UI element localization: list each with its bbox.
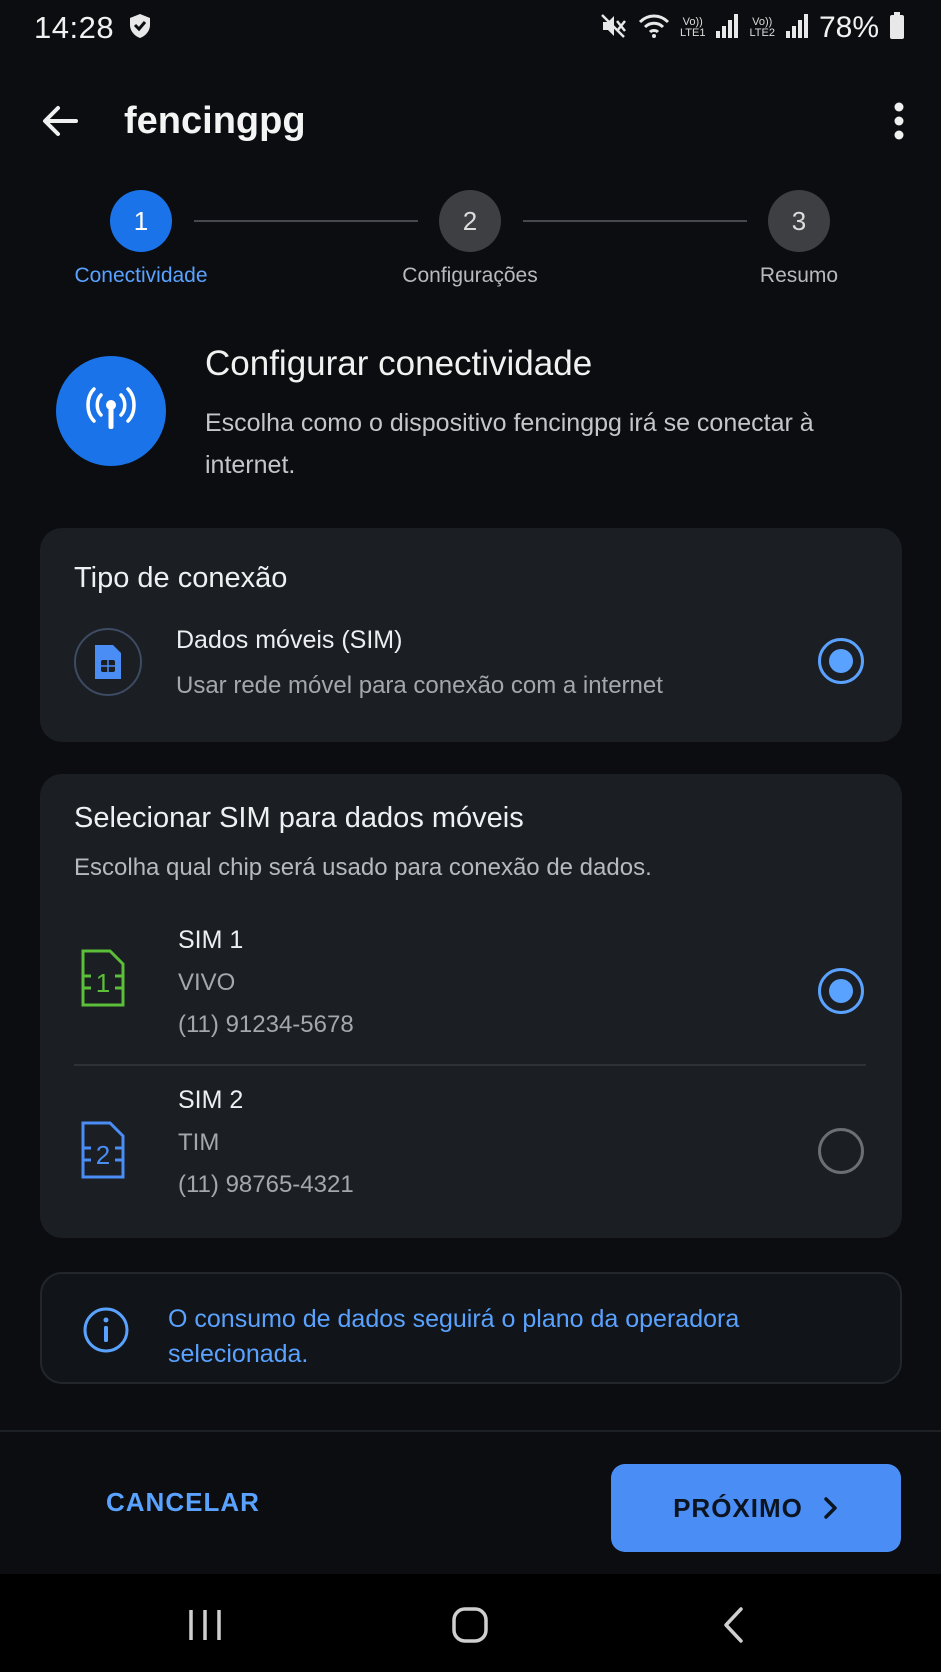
status-bar: 14:28 Vo)) LTE1 Vo)) LTE2 78%: [0, 0, 941, 56]
step-3-circle: 3: [768, 190, 830, 252]
sim-1-carrier: VIVO: [178, 969, 236, 996]
setup-screen: 14:28 Vo)) LTE1 Vo)) LTE2 78% fencingpg …: [0, 0, 941, 1672]
chevron-right-icon: [823, 1496, 839, 1520]
sim-2-radio[interactable]: [818, 1128, 864, 1174]
sim-1-icon: 1: [80, 948, 126, 1013]
sim-1-name: SIM 1: [178, 926, 244, 954]
sim-2-carrier: TIM: [178, 1129, 220, 1156]
wifi-icon: [638, 13, 670, 44]
antenna-icon: [56, 356, 166, 466]
home-icon[interactable]: [440, 1600, 500, 1650]
sim-2-icon: 2: [80, 1120, 126, 1185]
sim-option-2[interactable]: 2 SIM 2 TIM (11) 98765-4321: [40, 1074, 902, 1234]
lte2-bottom: LTE2: [749, 27, 775, 39]
info-icon: [82, 1306, 130, 1359]
battery-icon: [889, 11, 905, 45]
shield-icon: [128, 13, 152, 44]
sim-card-icon: [74, 628, 142, 696]
step-connector: [194, 220, 418, 222]
step-2-label: Configurações: [402, 264, 538, 287]
info-banner: O consumo de dados seguirá o plano da op…: [40, 1272, 902, 1384]
page-title: fencingpg: [124, 99, 306, 142]
svg-text:2: 2: [96, 1140, 110, 1170]
next-button[interactable]: PRÓXIMO: [611, 1464, 901, 1552]
stepper: 1 2 3 Conectividade Configurações Resumo: [0, 188, 941, 288]
info-text: O consumo de dados seguirá o plano da op…: [168, 1305, 740, 1368]
sim-selection-subtitle: Escolha qual chip será usado para conexã…: [74, 854, 652, 881]
next-button-label: PRÓXIMO: [673, 1492, 803, 1523]
sim-2-name: SIM 2: [178, 1086, 244, 1114]
back-arrow-icon[interactable]: [40, 103, 80, 139]
sim-1-number: (11) 91234-5678: [178, 1011, 354, 1038]
app-bar: fencingpg: [0, 80, 941, 162]
connection-type-card: Tipo de conexão Dados móveis (SIM) Usar …: [40, 528, 902, 742]
status-time: 14:28: [34, 10, 115, 45]
system-nav-bar: [0, 1574, 941, 1672]
sim-selection-card: Selecionar SIM para dados móveis Escolha…: [40, 774, 902, 1238]
intro-title: Configurar conectividade: [205, 344, 593, 383]
step-1-label: Conectividade: [74, 264, 208, 287]
recents-icon[interactable]: [175, 1600, 235, 1650]
sim-divider: [74, 1064, 866, 1066]
more-vert-icon[interactable]: [893, 101, 905, 141]
sim-option-1[interactable]: 1 SIM 1 VIVO (11) 91234-5678: [40, 914, 902, 1074]
step-connector: [523, 220, 747, 222]
lte1-bottom: LTE1: [679, 27, 706, 39]
connection-option-mobile[interactable]: Dados móveis (SIM) Usar rede móvel para …: [40, 618, 902, 728]
battery-percent: 78%: [818, 11, 879, 44]
intro-description: Escolha como o dispositivo fencingpg irá…: [205, 409, 814, 479]
connection-option-radio[interactable]: [818, 638, 864, 684]
intro-section: Configurar conectividade Escolha como o …: [56, 340, 886, 480]
lte2-indicator: Vo)) LTE2: [749, 17, 774, 39]
connection-type-title: Tipo de conexão: [74, 562, 288, 594]
sim-1-radio[interactable]: [818, 968, 864, 1014]
sim-2-number: (11) 98765-4321: [178, 1171, 354, 1198]
svg-text:1: 1: [96, 968, 110, 998]
step-3-label: Resumo: [759, 264, 839, 287]
step-1-circle: 1: [110, 190, 172, 252]
mute-icon: [600, 13, 628, 44]
lte1-indicator: Vo)) LTE1: [680, 17, 705, 39]
nav-back-icon[interactable]: [704, 1600, 764, 1650]
bottom-actions: CANCELAR PRÓXIMO: [0, 1430, 941, 1574]
signal-icon: [715, 13, 739, 44]
sim-selection-title: Selecionar SIM para dados móveis: [74, 802, 524, 834]
signal-icon: [785, 13, 809, 44]
connection-option-subtitle: Usar rede móvel para conexão com a inter…: [176, 672, 663, 699]
step-2-circle: 2: [439, 190, 501, 252]
connection-option-title: Dados móveis (SIM): [176, 626, 403, 654]
cancel-button[interactable]: CANCELAR: [92, 1472, 274, 1532]
